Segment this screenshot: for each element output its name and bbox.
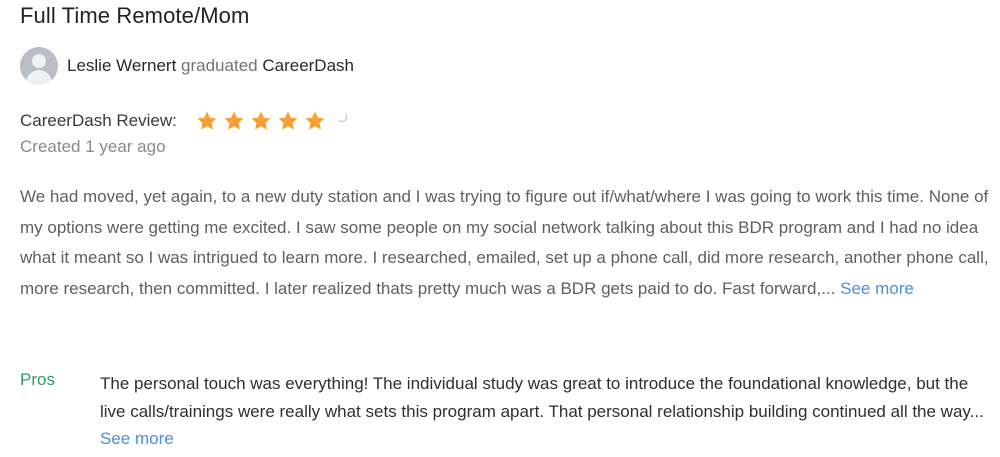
review-title: Full Time Remote/Mom bbox=[20, 3, 250, 28]
see-more-link[interactable]: See more bbox=[840, 279, 914, 298]
review-body: We had moved, yet again, to a new duty s… bbox=[20, 182, 990, 304]
star-icon bbox=[224, 111, 244, 130]
graduated-word: graduated bbox=[181, 56, 258, 75]
star-icon bbox=[305, 111, 325, 130]
star-icon bbox=[197, 111, 217, 130]
author-row: Leslie Wernert graduated CareerDash bbox=[20, 46, 354, 86]
star-icon bbox=[251, 111, 271, 130]
review-label: CareerDash Review: bbox=[20, 111, 177, 130]
pros-content: The personal touch was everything! The i… bbox=[100, 370, 995, 453]
author-line: Leslie Wernert graduated CareerDash bbox=[67, 56, 354, 76]
pros-text: The personal touch was everything! The i… bbox=[100, 374, 984, 421]
star-rating bbox=[195, 109, 327, 133]
star-icon bbox=[278, 111, 298, 130]
loading-spinner-icon bbox=[336, 112, 347, 122]
user-avatar-icon[interactable] bbox=[20, 47, 58, 85]
rating-row: CareerDash Review: bbox=[20, 106, 347, 136]
pros-label: Pros bbox=[20, 370, 55, 389]
author-name[interactable]: Leslie Wernert bbox=[67, 56, 176, 75]
school-name[interactable]: CareerDash bbox=[262, 56, 354, 75]
pros-see-more-link[interactable]: See more bbox=[100, 429, 174, 448]
created-date: Created 1 year ago bbox=[20, 137, 166, 156]
